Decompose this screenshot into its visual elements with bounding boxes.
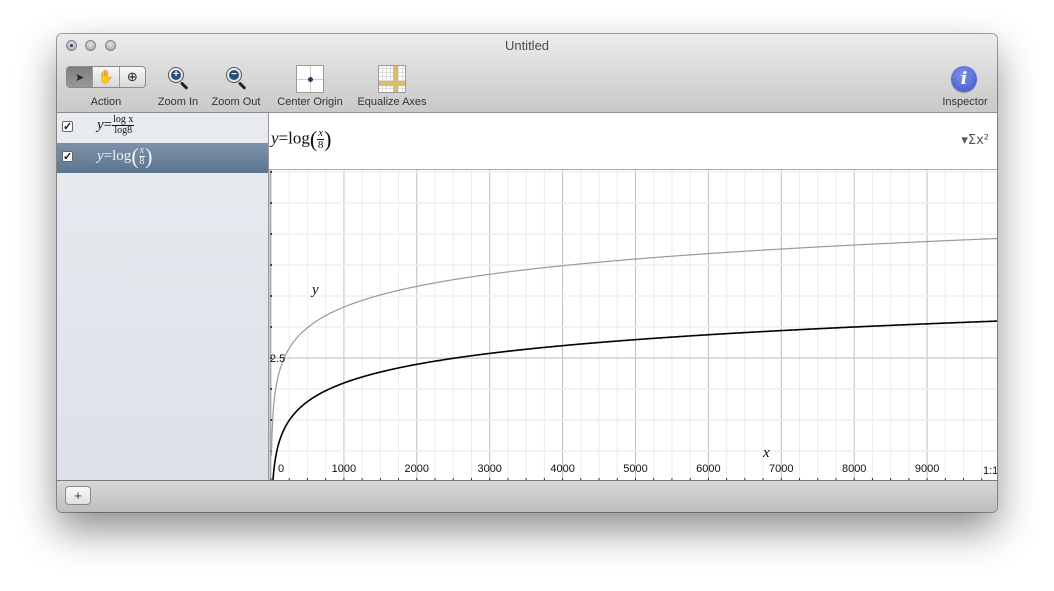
zoom-tool-button[interactable]: ⊕ xyxy=(120,67,145,87)
pointer-icon: ➤ xyxy=(75,71,85,84)
x-tick-label: 2000 xyxy=(405,463,429,475)
add-equation-button[interactable]: + xyxy=(65,486,91,505)
equation-formula: y=log(x 8) xyxy=(97,143,153,169)
x-tick-label: 1000 xyxy=(332,463,356,475)
x-tick-label: 4000 xyxy=(550,463,574,475)
equation-editor-formula[interactable]: y=log(x 8) xyxy=(271,128,331,151)
center-origin-button[interactable]: Center Origin xyxy=(271,64,349,110)
center-origin-label: Center Origin xyxy=(277,96,343,108)
zoom-in-button[interactable]: + Zoom In xyxy=(155,64,201,110)
x-tick-label: 3000 xyxy=(477,463,501,475)
x-tick-label: 0 xyxy=(278,463,284,475)
x-tick-label: 8000 xyxy=(842,463,866,475)
math-palette-button[interactable]: ▾Σx² xyxy=(961,133,989,148)
y-axis-label: y xyxy=(310,282,319,298)
zoom-in-label: Zoom In xyxy=(157,96,199,108)
equation-row[interactable]: ✓ y= log x log8 xyxy=(57,113,268,143)
app-window: Untitled ➤ ✋ ⊕ Action + Zoom In − Zoom O… xyxy=(57,34,997,512)
x-tick-label: 6000 xyxy=(696,463,720,475)
action-mode-selector[interactable]: ➤ ✋ ⊕ xyxy=(66,66,146,88)
window-title: Untitled xyxy=(504,38,550,53)
scale-ratio-label: 1:1 xyxy=(983,465,997,477)
titlebar: Untitled ➤ ✋ ⊕ Action + Zoom In − Zoom O… xyxy=(57,34,997,113)
inspector-button[interactable]: i Inspector xyxy=(935,64,995,110)
inspector-label: Inspector xyxy=(942,96,988,108)
info-icon: i xyxy=(951,66,977,92)
equation-row-selected[interactable]: ✓ y=log(x 8) xyxy=(57,143,268,173)
center-origin-icon xyxy=(296,65,324,93)
zoom-in-icon: + xyxy=(168,67,184,83)
equation-list: ✓ y= log x log8 ✓ y=log(x 8) xyxy=(57,113,269,480)
x-axis-label: x xyxy=(762,445,770,461)
equation-visible-checkbox[interactable]: ✓ xyxy=(62,151,73,163)
hand-tool-button[interactable]: ✋ xyxy=(93,67,120,87)
bottom-bar: + xyxy=(57,480,997,512)
equalize-axes-button[interactable]: Equalize Axes xyxy=(353,64,431,110)
graph-canvas[interactable]: 0 1000 2000 3000 4000 5000 6000 7000 8000 9000 2.5… xyxy=(269,170,997,480)
action-label: Action xyxy=(90,96,122,108)
equation-editor[interactable]: y=log(x 8) ▾Σx² xyxy=(269,113,997,170)
x-tick-label: 7000 xyxy=(769,463,793,475)
equation-formula: y= log x log8 xyxy=(97,114,135,136)
x-tick-label: 5000 xyxy=(623,463,647,475)
zoom-out-label: Zoom Out xyxy=(211,96,261,108)
pointer-tool-button[interactable]: ➤ xyxy=(67,67,94,87)
zoom-out-icon: − xyxy=(226,67,242,83)
equalize-axes-icon xyxy=(378,65,406,93)
equation-visible-checkbox[interactable]: ✓ xyxy=(62,121,73,133)
equalize-axes-label: Equalize Axes xyxy=(357,96,427,108)
hand-icon: ✋ xyxy=(97,69,115,84)
graph-area[interactable]: 0 1000 2000 3000 4000 5000 6000 7000 8000 9000 2.5… xyxy=(269,170,997,480)
zoom-out-button[interactable]: − Zoom Out xyxy=(210,64,262,110)
y-tick-label: 2.5 xyxy=(270,353,285,365)
x-tick-label: 9000 xyxy=(915,463,939,475)
zoom-tool-icon: ⊕ xyxy=(126,69,138,84)
